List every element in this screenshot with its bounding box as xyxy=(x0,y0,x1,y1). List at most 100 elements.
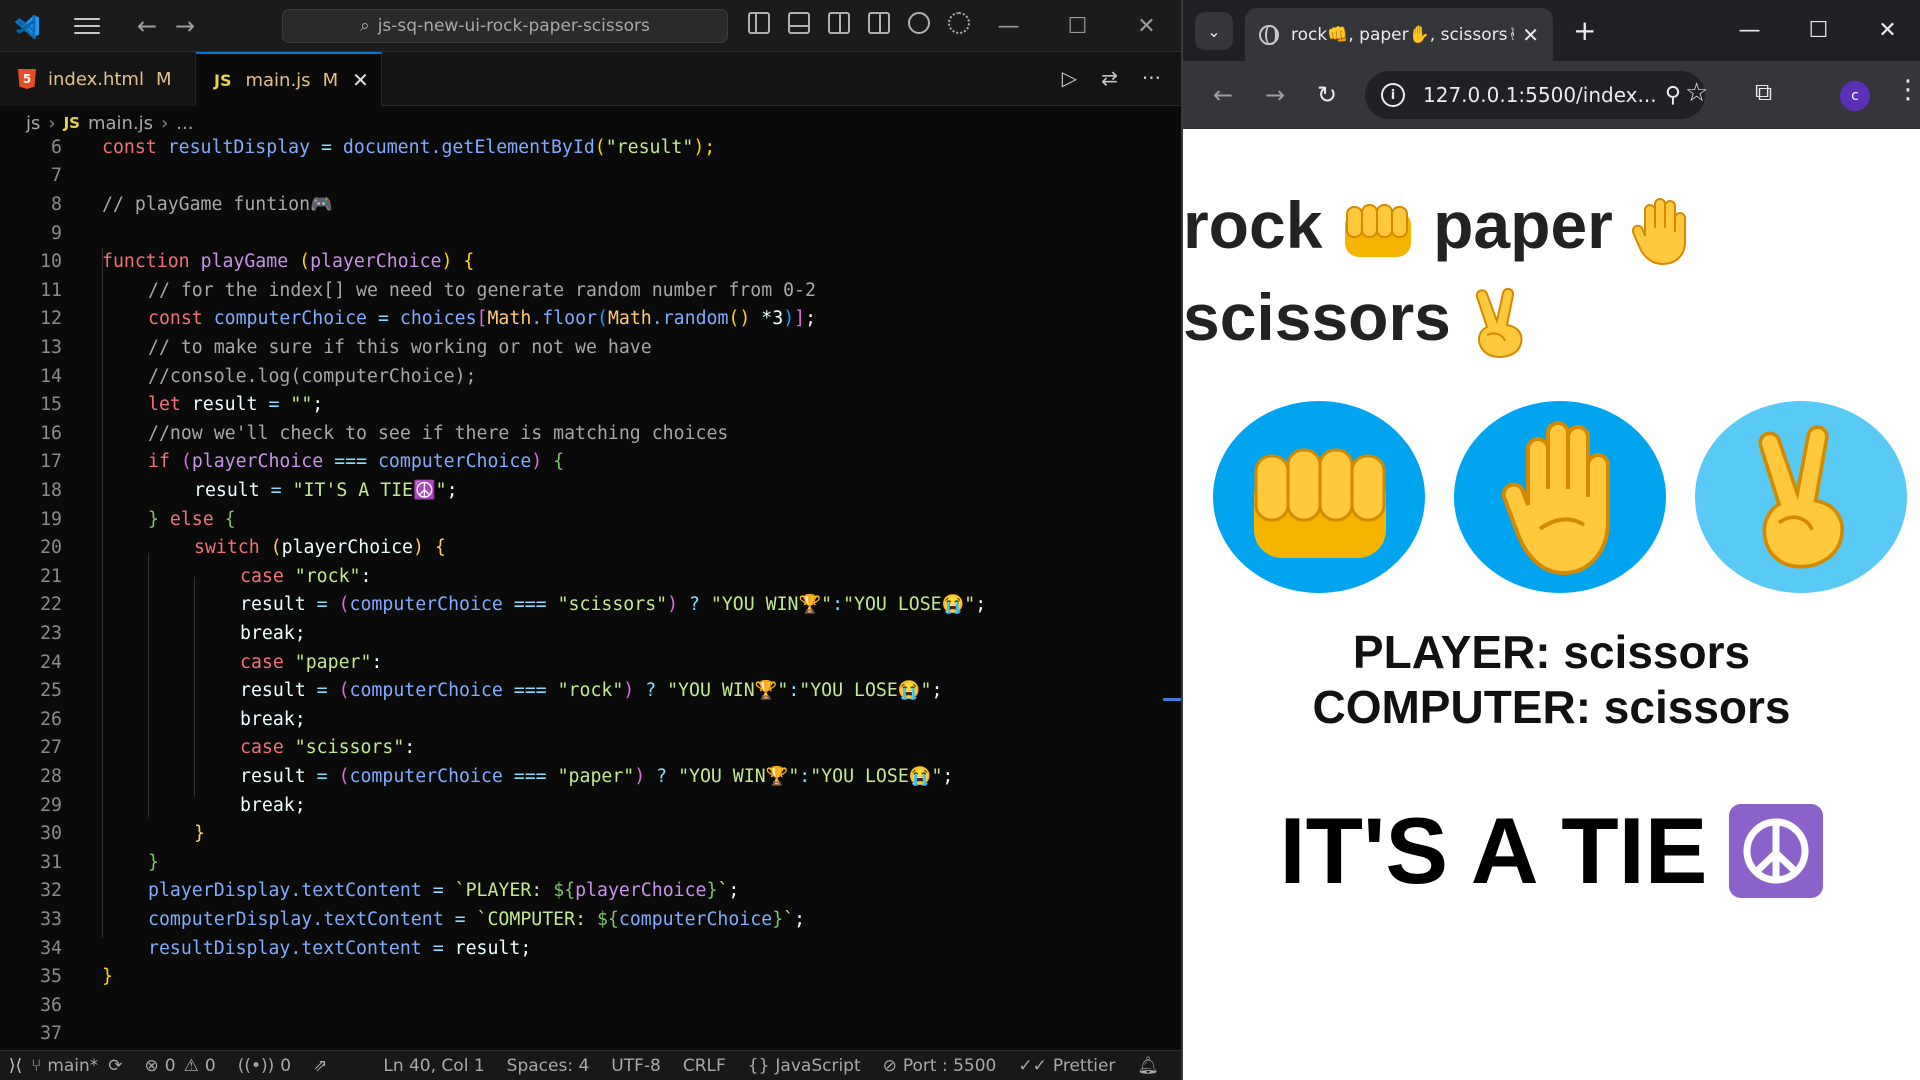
menu-icon[interactable] xyxy=(72,14,102,38)
forward-arrow-icon[interactable]: → xyxy=(174,12,196,40)
rock-button[interactable] xyxy=(1213,401,1425,593)
customize-layout-icon[interactable] xyxy=(868,12,890,34)
problems-status[interactable]: ⊗ 0 ⚠ 0 xyxy=(145,1056,216,1076)
code-line: 19} else { xyxy=(40,508,236,530)
peace-emoji: ☮️ xyxy=(413,479,436,501)
accounts-icon[interactable] xyxy=(908,12,930,34)
trophy-emoji: 🏆 xyxy=(754,680,778,702)
tab-close-icon[interactable]: ✕ xyxy=(1522,23,1539,47)
vscode-title-bar: ← → ⌕ js-sq-new-ui-rock-paper-scissors —… xyxy=(0,0,1181,52)
tab-search-chevron-icon[interactable]: ⌄ xyxy=(1195,12,1233,50)
chrome-toolbar: ← → ↻ i 127.0.0.1:5500/index... ⚲ ☆ ⧉ c … xyxy=(1183,61,1920,129)
tab-index-html[interactable]: 5 index.html M xyxy=(0,52,196,106)
js-file-icon: JS xyxy=(214,70,232,90)
back-arrow-icon[interactable]: ← xyxy=(1197,81,1249,109)
modified-badge: M xyxy=(322,69,339,91)
broadcast-icon: ((•)) xyxy=(237,1055,275,1076)
toggle-secondary-sidebar-icon[interactable] xyxy=(828,12,850,34)
forward-arrow-icon[interactable]: → xyxy=(1249,81,1301,109)
notifications-bell-icon[interactable]: 🔔︎ xyxy=(1137,1056,1159,1076)
profile-avatar[interactable]: c xyxy=(1840,81,1870,111)
scrollbar-marker[interactable] xyxy=(1163,698,1181,701)
status-bar: ⟩⟨ ⑂ main* ⟳ ⊗ 0 ⚠ 0 ((•)) 0 ⇗ Ln 40, Col 1 Sp… xyxy=(0,1050,1181,1080)
encoding-status[interactable]: UTF-8 xyxy=(611,1056,661,1076)
cursor-position[interactable]: Ln 40, Col 1 xyxy=(383,1056,484,1076)
eol-status[interactable]: CRLF xyxy=(683,1056,726,1076)
run-icon[interactable]: ▷ xyxy=(1062,66,1077,90)
prettier-status[interactable]: ✓✓ Prettier xyxy=(1018,1056,1115,1076)
toggle-primary-sidebar-icon[interactable] xyxy=(748,12,770,34)
code-line: 33 computerDisplay.textContent = `COMPUTE… xyxy=(40,908,806,930)
code-line: 20 switch (playerChoice) { xyxy=(40,537,446,559)
code-line: 22 result = (computerChoice === "scissors… xyxy=(40,594,987,616)
back-arrow-icon[interactable]: ← xyxy=(136,12,158,40)
fist-emoji xyxy=(1344,203,1411,257)
code-line: 35} xyxy=(40,966,113,988)
reload-icon[interactable]: ↻ xyxy=(1301,81,1353,109)
extensions-puzzle-icon[interactable]: ⧉ xyxy=(1755,78,1772,106)
peace-symbol-emoji xyxy=(1729,804,1824,898)
zoom-icon[interactable]: ⚲ xyxy=(1665,83,1681,108)
more-menu-icon[interactable]: ⋮ xyxy=(1895,75,1920,105)
code-line: 26 break; xyxy=(40,708,306,730)
code-line: 30} xyxy=(40,823,205,845)
source-control-compare-icon[interactable]: ⇄ xyxy=(1101,66,1118,90)
result-display: IT'S A TIE xyxy=(1183,797,1920,905)
code-line: 21 case "rock": xyxy=(40,565,372,587)
more-actions-icon[interactable]: ··· xyxy=(1142,66,1161,90)
code-line: 34 resultDisplay.textContent = result; xyxy=(40,937,532,959)
ports-status[interactable]: ((•)) 0 xyxy=(238,1056,291,1076)
chevron-right-icon: › xyxy=(48,112,56,134)
git-branch-icon: ⑂ xyxy=(31,1055,42,1076)
minimize-icon[interactable]: — xyxy=(1715,0,1784,61)
bookmark-star-icon[interactable]: ☆ xyxy=(1685,78,1708,108)
vscode-window: ← → ⌕ js-sq-new-ui-rock-paper-scissors —… xyxy=(0,0,1181,1080)
crying-emoji: 😭 xyxy=(897,680,921,702)
paper-button[interactable] xyxy=(1454,401,1666,593)
tab-close-icon[interactable]: ✕ xyxy=(352,68,369,92)
title-paper: paper xyxy=(1433,188,1613,262)
browser-tab[interactable]: rock👊, paper✋, scissors✌ ✕ xyxy=(1245,8,1553,61)
result-text: IT'S A TIE xyxy=(1279,798,1708,903)
page-title: rock paper scissors xyxy=(1183,179,1920,363)
minimize-icon[interactable]: — xyxy=(974,0,1043,52)
indentation-status[interactable]: Spaces: 4 xyxy=(507,1056,590,1076)
breadcrumb-more[interactable]: ... xyxy=(176,113,193,134)
error-icon: ⊗ xyxy=(144,1055,159,1076)
warning-icon: ⚠ xyxy=(183,1055,199,1076)
code-line: 9 xyxy=(51,222,62,244)
site-info-icon[interactable]: i xyxy=(1381,83,1405,107)
breadcrumb-file[interactable]: main.js xyxy=(88,113,153,134)
editor-tabs: 5 index.html M JS main.js M ✕ xyxy=(0,52,1181,106)
tab-label: index.html xyxy=(48,68,144,90)
address-bar[interactable]: i 127.0.0.1:5500/index... ⚲ xyxy=(1365,71,1705,119)
remote-indicator-icon[interactable]: ⟩⟨ xyxy=(0,1051,31,1080)
search-text: js-sq-new-ui-rock-paper-scissors xyxy=(377,16,650,36)
code-editor[interactable]: 6 const resultDisplay = document.getEleme… xyxy=(0,133,1181,1050)
live-share-icon[interactable]: ⇗ xyxy=(313,1056,327,1076)
tab-main-js[interactable]: JS main.js M ✕ xyxy=(196,52,382,106)
choice-buttons xyxy=(1213,401,1907,593)
settings-gear-icon[interactable] xyxy=(948,12,970,34)
toggle-panel-icon[interactable] xyxy=(788,12,810,34)
maximize-icon[interactable]: ☐ xyxy=(1784,0,1853,61)
branch-status[interactable]: ⑂ main* ⟳ xyxy=(31,1056,122,1076)
modified-badge: M xyxy=(155,68,172,90)
code-line: 37 xyxy=(40,1023,62,1045)
live-server-port[interactable]: ⊘ Port : 5500 xyxy=(883,1056,997,1076)
code-line: 29 break; xyxy=(40,794,306,816)
sync-icon: ⟳ xyxy=(108,1055,123,1076)
language-status[interactable]: {} JavaScript xyxy=(748,1056,861,1076)
new-tab-plus-icon[interactable]: + xyxy=(1573,14,1596,47)
code-line: 15 let result = ""; xyxy=(40,394,324,416)
url-text[interactable]: 127.0.0.1:5500/index... xyxy=(1423,83,1665,107)
command-center-search[interactable]: ⌕ js-sq-new-ui-rock-paper-scissors xyxy=(282,9,728,43)
close-icon[interactable]: ✕ xyxy=(1112,0,1181,52)
breadcrumb-folder[interactable]: js xyxy=(26,113,40,134)
trophy-emoji: 🏆 xyxy=(798,594,822,616)
no-entry-icon: ⊘ xyxy=(882,1055,897,1076)
code-line: 36 xyxy=(40,994,62,1016)
close-icon[interactable]: ✕ xyxy=(1853,0,1920,61)
maximize-icon[interactable]: ☐ xyxy=(1043,0,1112,52)
scissors-button[interactable] xyxy=(1695,401,1907,593)
